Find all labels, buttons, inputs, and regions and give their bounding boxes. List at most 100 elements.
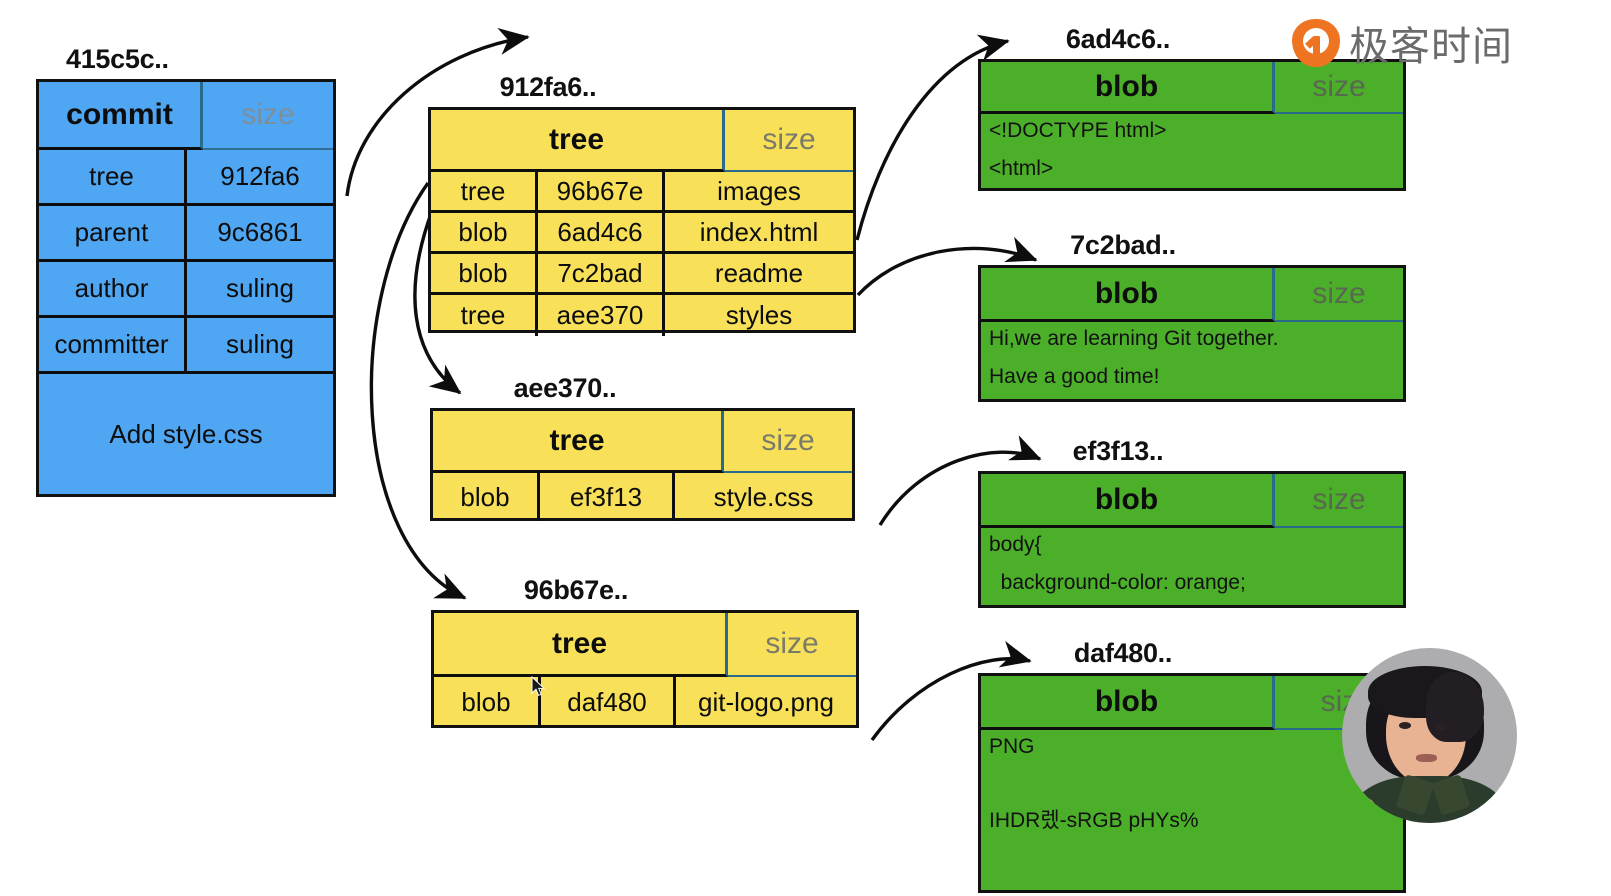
- blob-7c2bad-hash-label: 7c2bad..: [1070, 230, 1176, 260]
- blob-ef3f13-content-line-0: body{: [989, 533, 1042, 556]
- tree-aee370-entry-0-name: style.css: [713, 481, 814, 512]
- commit-row-committer: committer suling: [39, 318, 333, 374]
- tree-912fa6-box[interactable]: tree size tree 96b67e images blob 6ad4c6…: [428, 107, 856, 336]
- tree-912fa6-hash-label: 912fa6..: [499, 72, 597, 102]
- commit-type-label: commit: [39, 82, 203, 150]
- tree-912fa6-entry-1-mode: blob: [431, 213, 538, 251]
- mouse-cursor-icon: [531, 676, 546, 697]
- blob-ef3f13-header-row: blob size: [981, 474, 1403, 528]
- commit-header-row: commit size: [39, 82, 333, 150]
- tree-912fa6-entry-3-mode: tree: [431, 295, 538, 336]
- blob-7c2bad-content-line-0: Hi,we are learning Git together.: [989, 327, 1279, 350]
- tree-912fa6-entry-0-name: images: [717, 175, 801, 206]
- tree-96b67e-header-row: tree size: [434, 613, 856, 677]
- blob-7c2bad-box[interactable]: blob size Hi,we are learning Git togethe…: [978, 265, 1406, 402]
- blob-daf480-hash-label: daf480..: [1073, 638, 1173, 668]
- tree-912fa6-entry-1-name: index.html: [699, 216, 819, 247]
- commit-row-tree-value: 912fa6: [220, 161, 300, 191]
- presenter-video-bubble[interactable]: [1342, 648, 1517, 823]
- presenter-eye-left: [1399, 722, 1411, 729]
- blob-daf480-type-label: blob: [981, 676, 1275, 730]
- commit-row-author-key: author: [39, 262, 187, 315]
- tree-aee370-size-label: size: [724, 411, 852, 473]
- tree-aee370-entry-0-hash: ef3f13: [540, 473, 675, 521]
- blob-7c2bad-content: Hi,we are learning Git together. Have a …: [981, 322, 1403, 402]
- tree-912fa6-type-label: tree: [431, 110, 725, 172]
- blob-7c2bad-size-label: size: [1275, 268, 1403, 322]
- blob-6ad4c6-hash-label: 6ad4c6..: [1065, 24, 1171, 54]
- tree-912fa6-entry-images: tree 96b67e images: [431, 172, 853, 213]
- commit-row-tree-key: tree: [39, 150, 187, 203]
- geektime-logo-icon: [1292, 19, 1340, 67]
- presenter-hand: [1350, 798, 1376, 823]
- commit-row-author-value: suling: [226, 273, 294, 303]
- tree-96b67e-box[interactable]: tree size blob daf480 git-logo.png: [431, 610, 859, 728]
- blob-7c2bad-header-row: blob size: [981, 268, 1403, 322]
- tree-96b67e-type-label: tree: [434, 613, 728, 677]
- blob-6ad4c6-content-line-1: <html>: [989, 157, 1054, 181]
- geektime-wordmark: 极客时间: [1349, 24, 1513, 70]
- tree-912fa6-entry-3-name: styles: [725, 300, 793, 330]
- commit-size-label: size: [203, 82, 333, 150]
- tree-96b67e-entry-0-name: git-logo.png: [698, 687, 834, 717]
- blob-7c2bad-content-line-1: Have a good time!: [989, 365, 1160, 389]
- blob-ef3f13-content-line-1: background-color: orange;: [989, 571, 1246, 595]
- blob-daf480-box[interactable]: blob siz PNG IHDR렜-sRGB pHYs%: [978, 673, 1406, 893]
- blob-daf480-content: PNG IHDR렜-sRGB pHYs%: [981, 730, 1403, 893]
- tree-912fa6-entry-0-hash: 96b67e: [538, 172, 665, 210]
- commit-object-hash-label: 415c5c..: [66, 44, 169, 74]
- tree-96b67e-entry-0-mode: blob: [434, 677, 541, 728]
- tree-912fa6-header-row: tree size: [431, 110, 853, 172]
- tree-912fa6-entry-2-name: readme: [714, 257, 804, 288]
- presenter-fringe-side: [1426, 672, 1484, 742]
- tree-object-96b67e-node: 96b67e.. tree size blob daf480 git-logo.…: [431, 577, 859, 728]
- tree-912fa6-entry-3-hash: aee370: [538, 295, 665, 336]
- commit-object-node: 415c5c.. commit size tree 912fa6 parent …: [36, 46, 336, 497]
- tree-912fa6-size-label: size: [725, 110, 853, 172]
- blob-6ad4c6-content-line-0: <!DOCTYPE html>: [989, 119, 1167, 142]
- blob-object-daf480-node: daf480.. blob siz PNG IHDR렜-sRGB pHYs%: [978, 640, 1406, 893]
- tree-aee370-box[interactable]: tree size blob ef3f13 style.css: [430, 408, 855, 521]
- blob-daf480-content-line-0: PNG: [989, 735, 1035, 758]
- commit-row-tree: tree 912fa6: [39, 150, 333, 206]
- commit-row-committer-value: suling: [226, 329, 294, 359]
- blob-ef3f13-hash-label: ef3f13..: [1072, 436, 1164, 466]
- blob-7c2bad-type-label: blob: [981, 268, 1275, 322]
- presenter-mouth: [1416, 754, 1437, 762]
- blob-ef3f13-box[interactable]: blob size body{ background-color: orange…: [978, 471, 1406, 608]
- blob-6ad4c6-type-label: blob: [981, 62, 1275, 114]
- commit-object-box[interactable]: commit size tree 912fa6 parent 9c6861 au…: [36, 79, 336, 497]
- tree-912fa6-entry-0-mode: tree: [431, 172, 538, 210]
- tree-object-912fa6-node: 912fa6.. tree size tree 96b67e images bl…: [428, 72, 856, 336]
- diagram-canvas: 415c5c.. commit size tree 912fa6 parent …: [0, 0, 1611, 896]
- tree-96b67e-entry-git-logo: blob daf480 git-logo.png: [434, 677, 856, 728]
- tree-aee370-type-label: tree: [433, 411, 724, 473]
- tree-96b67e-entry-0-hash: daf480: [541, 677, 676, 728]
- tree-aee370-entry-style-css: blob ef3f13 style.css: [433, 473, 852, 521]
- geektime-logo: 极客时间: [1292, 14, 1513, 72]
- tree-object-aee370-node: aee370.. tree size blob ef3f13 style.css: [430, 375, 855, 521]
- tree-96b67e-hash-label: 96b67e..: [523, 575, 629, 605]
- blob-daf480-content-line-2: IHDR렜-sRGB pHYs%: [989, 809, 1199, 833]
- commit-row-parent-key: parent: [39, 206, 187, 259]
- blob-object-ef3f13-node: ef3f13.. blob size body{ background-colo…: [978, 438, 1406, 608]
- blob-daf480-header-row: blob siz: [981, 676, 1403, 730]
- blob-6ad4c6-content: <!DOCTYPE html> <html>: [981, 114, 1403, 191]
- tree-912fa6-entry-styles: tree aee370 styles: [431, 295, 853, 336]
- commit-row-author: author suling: [39, 262, 333, 318]
- blob-ef3f13-size-label: size: [1275, 474, 1403, 528]
- blob-6ad4c6-box[interactable]: blob size <!DOCTYPE html> <html>: [978, 59, 1406, 191]
- tree-912fa6-entry-2-mode: blob: [431, 254, 538, 292]
- tree-aee370-header-row: tree size: [433, 411, 852, 473]
- commit-row-parent-value: 9c6861: [217, 217, 303, 247]
- tree-96b67e-size-label: size: [728, 613, 856, 677]
- blob-ef3f13-content: body{ background-color: orange;: [981, 528, 1403, 608]
- commit-row-parent: parent 9c6861: [39, 206, 333, 262]
- presenter-eye-right: [1435, 724, 1447, 731]
- blob-object-7c2bad-node: 7c2bad.. blob size Hi,we are learning Gi…: [978, 232, 1406, 402]
- commit-message: Add style.css: [109, 418, 263, 449]
- tree-912fa6-entry-1-hash: 6ad4c6: [538, 213, 665, 251]
- tree-912fa6-entry-index-html: blob 6ad4c6 index.html: [431, 213, 853, 254]
- blob-ef3f13-type-label: blob: [981, 474, 1275, 528]
- tree-912fa6-entry-2-hash: 7c2bad: [538, 254, 665, 292]
